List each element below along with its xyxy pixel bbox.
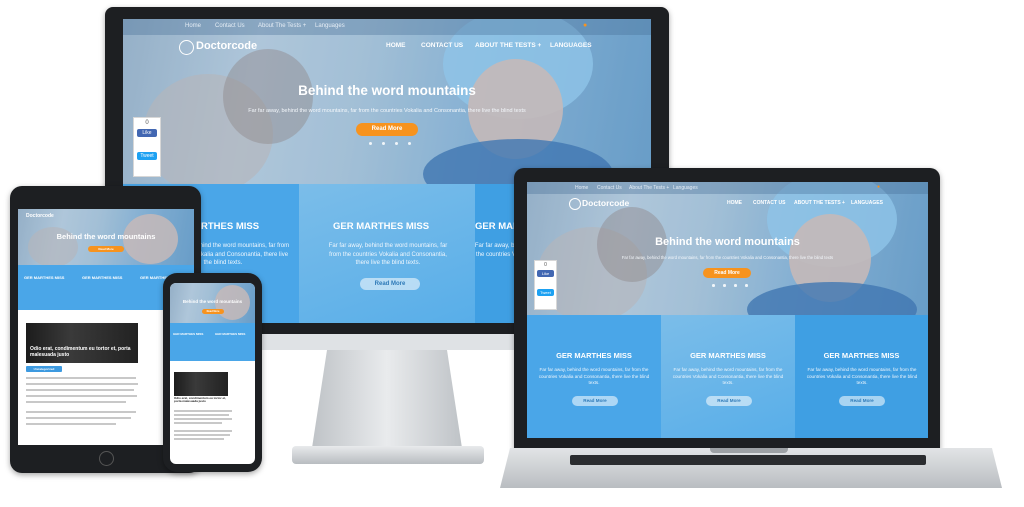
laptop-nav-home[interactable]: HOME — [727, 200, 742, 206]
nav-contact[interactable]: CONTACT US — [421, 42, 463, 49]
phone-screen: Behind the word mountains Read More GER … — [170, 283, 255, 464]
monitor-stand-base — [292, 446, 484, 464]
monitor-stand-neck — [312, 350, 462, 448]
logo[interactable]: Doctorcode — [196, 40, 257, 52]
tablet-feature-title-2: GER MARTHES MISS — [82, 275, 123, 280]
phone-feature-title-2: GER MARTHES MISS — [215, 332, 246, 336]
laptop-top-link-languages[interactable]: Languages — [673, 185, 698, 191]
top-link-contact[interactable]: Contact Us — [215, 23, 245, 29]
laptop-screen: Home Contact Us About The Tests + Langua… — [527, 182, 928, 438]
laptop-base — [500, 448, 1002, 488]
laptop-feature-read-more-button-3[interactable]: Read More — [839, 396, 885, 406]
laptop-social-share-box: 0 Like Tweet — [534, 260, 557, 310]
tablet-hero-title: Behind the word mountains — [56, 232, 156, 241]
top-bar: Home Contact Us About The Tests + Langua… — [123, 19, 651, 35]
laptop-feature-text-1: Far far away, behind the word mountains,… — [538, 367, 650, 386]
laptop-facebook-like-button[interactable]: Like — [537, 270, 554, 277]
tablet-blog-tag[interactable]: Uncategorized — [26, 366, 62, 372]
laptop-nav-contact[interactable]: CONTACT US — [753, 200, 785, 206]
hero-section: Home Contact Us About The Tests + Langua… — [123, 19, 651, 184]
laptop-nav-languages[interactable]: LANGUAGES — [851, 200, 883, 206]
tablet-blog-caption[interactable]: Odio erat, condimentum eu tortor et, por… — [30, 346, 134, 359]
laptop-feature-text-2: Far far away, behind the word mountains,… — [672, 367, 784, 386]
top-link-home[interactable]: Home — [185, 23, 201, 29]
laptop-feature-title-2: GER MARTHES MISS — [690, 351, 766, 360]
laptop-feature-title-1: GER MARTHES MISS — [556, 351, 632, 360]
laptop-hero-subtitle: Far far away, behind the word mountains,… — [621, 255, 834, 260]
social-share-box: 0 Like Tweet — [133, 117, 161, 177]
laptop-notch — [710, 448, 788, 453]
nav-about[interactable]: ABOUT THE TESTS + — [475, 42, 541, 49]
nav-languages[interactable]: LANGUAGES — [550, 42, 592, 49]
laptop-like-count: 0 — [544, 262, 547, 268]
laptop-hero-title: Behind the word mountains — [655, 236, 800, 248]
laptop-feature-title-3: GER MARTHES MISS — [823, 351, 900, 360]
facebook-like-button[interactable]: Like — [137, 129, 157, 137]
laptop-feature-read-more-button-1[interactable]: Read More — [572, 396, 618, 406]
laptop-tweet-button[interactable]: Tweet — [537, 289, 554, 296]
laptop-nav-about[interactable]: ABOUT THE TESTS + — [794, 200, 845, 206]
hero-read-more-button[interactable]: Read More — [356, 123, 418, 136]
tablet-logo[interactable]: Doctorcode — [26, 213, 54, 219]
hero-title: Behind the word mountains — [298, 83, 476, 98]
nav-home[interactable]: HOME — [386, 42, 406, 49]
laptop-logo[interactable]: Doctorcode — [582, 198, 629, 208]
laptop-top-link-about[interactable]: About The Tests + — [629, 185, 669, 191]
tablet-feature-title-1: GER MARTHES MISS — [24, 275, 65, 280]
laptop-feature-text-3: Far far away, behind the word mountains,… — [806, 367, 918, 386]
tablet-home-button[interactable] — [99, 451, 114, 466]
laptop-logo-icon — [569, 198, 581, 210]
laptop-search-icon[interactable]: ● — [877, 184, 880, 190]
phone-blog-image — [174, 372, 228, 396]
phone-blog-caption[interactable]: Odio erat, condimentum eu tortor et, por… — [174, 396, 234, 404]
laptop-top-link-home[interactable]: Home — [575, 185, 588, 191]
top-link-languages[interactable]: Languages — [315, 23, 345, 29]
top-link-about[interactable]: About The Tests + — [258, 23, 306, 29]
feature-title-2: GER MARTHES MISS — [333, 221, 430, 232]
hero-subtitle: Far far away, behind the word mountains,… — [248, 108, 526, 114]
like-count: 0 — [145, 120, 149, 126]
phone-hero-title: Behind the word mountains — [182, 299, 243, 304]
tweet-button[interactable]: Tweet — [137, 152, 157, 160]
laptop-features-section: GER MARTHES MISS GER MARTHES MISS GER MA… — [527, 315, 928, 438]
laptop-feature-read-more-button-2[interactable]: Read More — [706, 396, 752, 406]
phone-feature-title-1: GER MARTHES MISS — [173, 332, 204, 336]
feature-text-2: Far far away, behind the word mountains,… — [328, 243, 448, 267]
feature-read-more-button-2[interactable]: Read More — [360, 278, 420, 290]
search-icon[interactable]: ● — [583, 22, 587, 29]
laptop-top-link-contact[interactable]: Contact Us — [597, 185, 622, 191]
logo-icon — [179, 40, 194, 55]
tablet-hero-button[interactable]: Read More — [88, 246, 124, 252]
laptop-keyboard — [570, 455, 926, 465]
laptop-hero-read-more-button[interactable]: Read More — [703, 268, 751, 278]
phone-hero-button[interactable]: Read More — [202, 309, 224, 314]
laptop-hero-section: Home Contact Us About The Tests + Langua… — [527, 182, 928, 315]
